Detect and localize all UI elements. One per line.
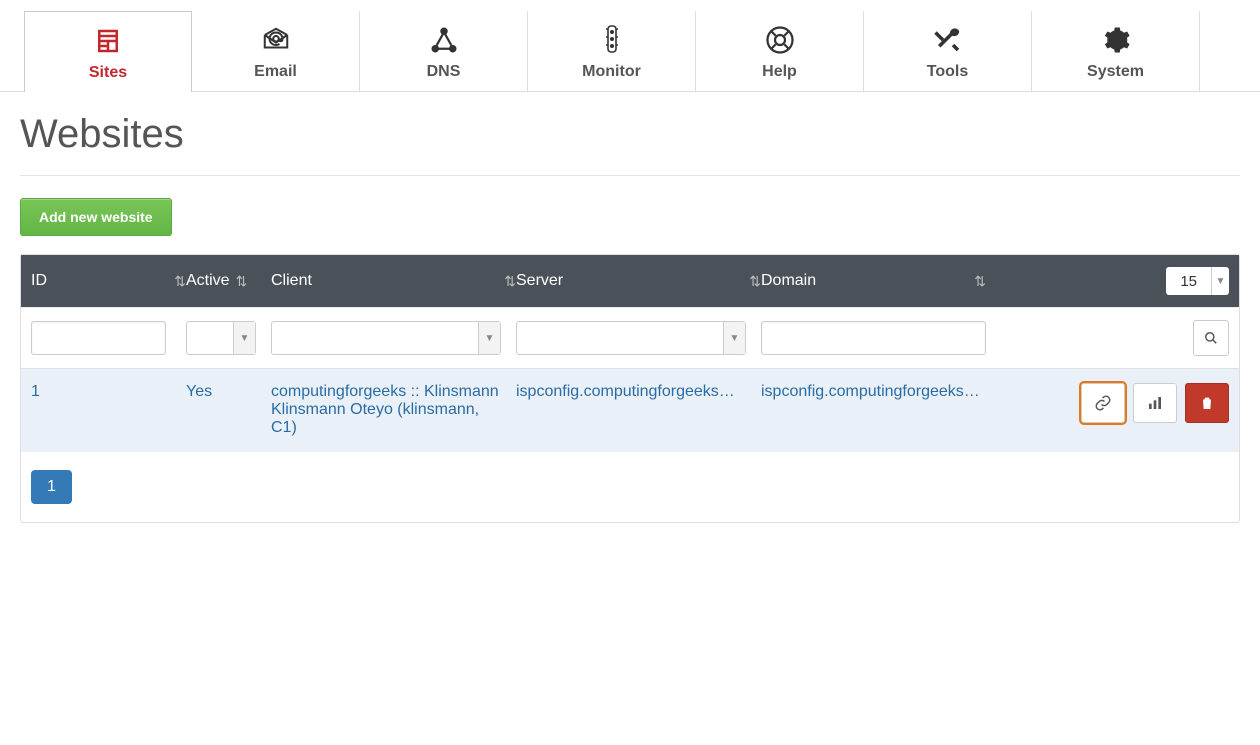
envelope-at-icon bbox=[261, 25, 291, 55]
open-link-button[interactable] bbox=[1081, 383, 1125, 423]
traffic-light-icon bbox=[597, 25, 627, 55]
filter-domain-input[interactable] bbox=[761, 321, 986, 355]
chevron-down-icon: ▼ bbox=[478, 322, 500, 354]
tab-label: Monitor bbox=[582, 63, 641, 81]
trash-icon bbox=[1199, 395, 1215, 411]
filter-client-select[interactable]: ▼ bbox=[271, 321, 501, 355]
col-header-domain[interactable]: Domain ⇅ bbox=[761, 272, 986, 290]
tools-icon bbox=[933, 25, 963, 55]
sort-icon: ⇅ bbox=[504, 273, 516, 290]
sort-icon: ⇅ bbox=[236, 273, 248, 290]
tab-label: Tools bbox=[927, 63, 968, 81]
tab-dns[interactable]: DNS bbox=[360, 11, 528, 91]
newspaper-icon bbox=[93, 26, 123, 56]
gear-icon bbox=[1101, 25, 1131, 55]
row-domain-link[interactable]: ispconfig.computingforgeeks… bbox=[761, 383, 980, 400]
tab-label: DNS bbox=[427, 63, 461, 81]
search-icon bbox=[1204, 331, 1218, 345]
top-nav: Sites Email DNS Monitor Help Tools Sys bbox=[0, 11, 1260, 92]
chevron-down-icon: ▼ bbox=[1211, 267, 1229, 295]
col-header-server[interactable]: Server ⇅ bbox=[516, 272, 761, 290]
page-size-select[interactable]: 15 ▼ bbox=[1166, 267, 1229, 295]
row-active-link[interactable]: Yes bbox=[186, 383, 212, 400]
filter-active-select[interactable]: ▼ bbox=[186, 321, 256, 355]
col-header-active[interactable]: Active ⇅ bbox=[186, 272, 271, 290]
page-button-current[interactable]: 1 bbox=[31, 470, 72, 504]
sort-icon: ⇅ bbox=[749, 273, 761, 290]
row-client-link[interactable]: computingforgeeks :: Klinsmann Klinsmann… bbox=[271, 383, 499, 436]
tab-tools[interactable]: Tools bbox=[864, 11, 1032, 91]
filter-id-input[interactable] bbox=[31, 321, 166, 355]
tab-label: System bbox=[1087, 63, 1144, 81]
row-id-link[interactable]: 1 bbox=[31, 383, 40, 400]
delete-button[interactable] bbox=[1185, 383, 1229, 423]
table-header-row: ID ⇅ Active ⇅ Client ⇅ Server ⇅ Domain bbox=[21, 255, 1239, 307]
tab-label: Email bbox=[254, 63, 297, 81]
tab-help[interactable]: Help bbox=[696, 11, 864, 91]
tab-sites[interactable]: Sites bbox=[24, 11, 192, 92]
table-row: 1 Yes computingforgeeks :: Klinsmann Kli… bbox=[21, 368, 1239, 451]
search-button[interactable] bbox=[1193, 320, 1229, 356]
chevron-down-icon: ▼ bbox=[233, 322, 255, 354]
chevron-down-icon: ▼ bbox=[723, 322, 745, 354]
websites-table: ID ⇅ Active ⇅ Client ⇅ Server ⇅ Domain bbox=[20, 254, 1240, 523]
tab-email[interactable]: Email bbox=[192, 11, 360, 91]
row-server-link[interactable]: ispconfig.computingforgeeks… bbox=[516, 383, 735, 400]
sort-icon: ⇅ bbox=[174, 273, 186, 290]
bar-chart-icon bbox=[1147, 395, 1163, 411]
page-title: Websites bbox=[20, 112, 1240, 157]
col-header-id[interactable]: ID ⇅ bbox=[31, 272, 186, 290]
link-icon bbox=[1094, 394, 1112, 412]
tab-label: Help bbox=[762, 63, 797, 81]
col-header-client[interactable]: Client ⇅ bbox=[271, 272, 516, 290]
pagination: 1 bbox=[21, 451, 1239, 522]
filter-server-select[interactable]: ▼ bbox=[516, 321, 746, 355]
filter-row: ▼ ▼ ▼ bbox=[21, 307, 1239, 368]
tab-label: Sites bbox=[89, 64, 127, 82]
add-website-button[interactable]: Add new website bbox=[20, 198, 172, 236]
lifebuoy-icon bbox=[765, 25, 795, 55]
sort-icon: ⇅ bbox=[974, 273, 986, 290]
share-nodes-icon bbox=[429, 25, 459, 55]
tab-system[interactable]: System bbox=[1032, 11, 1200, 91]
stats-button[interactable] bbox=[1133, 383, 1177, 423]
tab-monitor[interactable]: Monitor bbox=[528, 11, 696, 91]
